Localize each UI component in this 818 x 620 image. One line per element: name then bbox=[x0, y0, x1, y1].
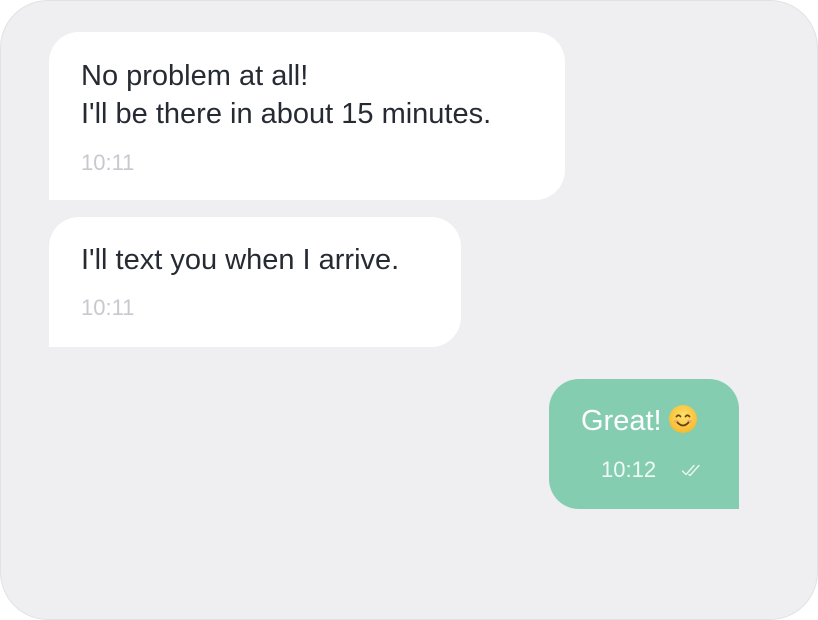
chat-panel: No problem at all! I'll be there in abou… bbox=[0, 0, 818, 620]
message-text: Great! bbox=[581, 402, 698, 440]
incoming-message-bubble[interactable]: I'll text you when I arrive. 10:11 bbox=[49, 217, 461, 347]
outgoing-message-bubble[interactable]: Great! 10:12 bbox=[549, 379, 739, 509]
message-timestamp: 10:11 bbox=[81, 150, 135, 175]
message-text: No problem at all! I'll be there in abou… bbox=[81, 57, 491, 133]
message-line: I'll text you when I arrive. bbox=[81, 244, 400, 276]
smiling-face-icon bbox=[668, 404, 698, 434]
incoming-message-bubble[interactable]: No problem at all! I'll be there in abou… bbox=[49, 32, 565, 200]
message-timestamp: 10:12 bbox=[601, 457, 657, 482]
message-line: Great! bbox=[581, 405, 662, 437]
message-text: I'll text you when I arrive. bbox=[81, 241, 399, 279]
message-timestamp: 10:11 bbox=[81, 295, 135, 320]
message-line: No problem at all! bbox=[81, 60, 309, 92]
double-check-icon bbox=[681, 462, 705, 478]
message-line: I'll be there in about 15 minutes. bbox=[81, 98, 492, 130]
